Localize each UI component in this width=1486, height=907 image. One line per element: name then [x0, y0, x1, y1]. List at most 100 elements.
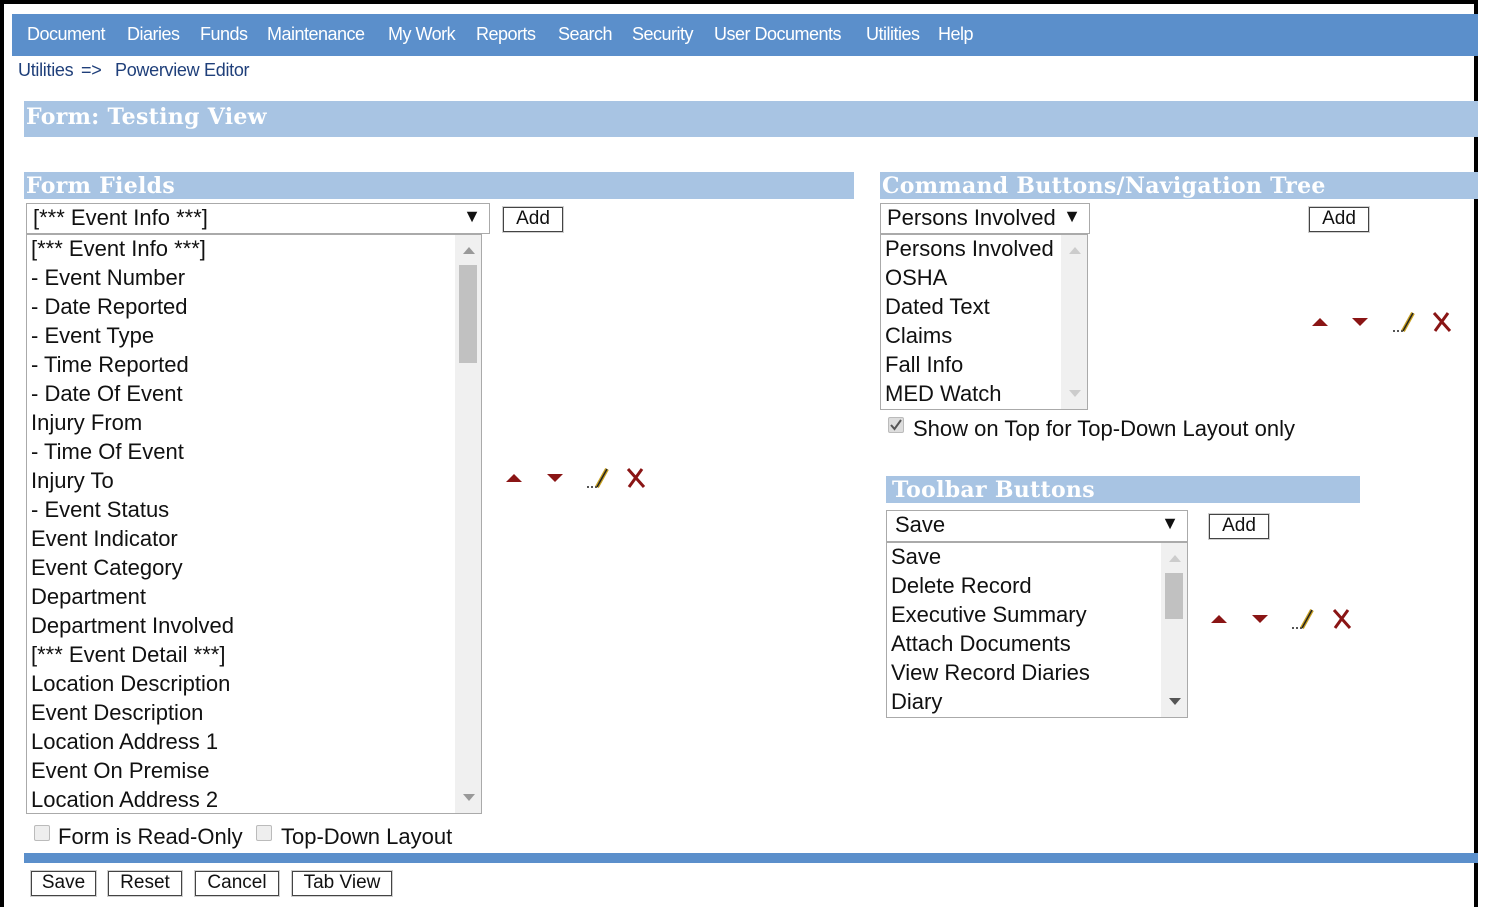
list-item[interactable]: - Time Reported — [31, 352, 189, 378]
form-fields-select[interactable]: [*** Event Info ***] ▼ — [26, 203, 490, 234]
chevron-down-icon: ▼ — [463, 206, 481, 226]
command-buttons-add-button[interactable]: Add — [1308, 206, 1370, 233]
menu-my-work[interactable]: My Work — [388, 24, 456, 45]
list-item[interactable]: Delete Record — [891, 573, 1032, 599]
tab-view-button[interactable]: Tab View — [291, 870, 393, 897]
top-down-layout-label: Top-Down Layout — [281, 824, 453, 849]
list-item[interactable]: Save — [891, 544, 941, 570]
form-readonly-checkbox[interactable] — [34, 825, 50, 841]
toolbar-buttons-select[interactable]: Save ▼ — [886, 510, 1188, 542]
list-item[interactable]: Diary — [891, 689, 942, 715]
command-buttons-select[interactable]: Persons Involved ▼ — [880, 203, 1090, 234]
list-item[interactable]: - Event Type — [31, 323, 154, 349]
command-buttons-scrollbar[interactable] — [1061, 235, 1087, 409]
form-readonly-label: Form is Read-Only — [58, 824, 243, 849]
checkmark-icon — [890, 419, 902, 431]
menu-search[interactable]: Search — [558, 24, 613, 45]
list-item[interactable]: Location Address 2 — [31, 787, 218, 813]
menu-reports[interactable]: Reports — [476, 24, 536, 45]
list-item[interactable]: View Record Diaries — [891, 660, 1090, 686]
menu-bar: Document Diaries Funds Maintenance My Wo… — [12, 14, 1478, 56]
list-item[interactable]: Injury From — [31, 410, 142, 436]
list-item[interactable]: Executive Summary — [891, 602, 1087, 628]
reset-button[interactable]: Reset — [107, 870, 183, 897]
form-fields-add-button[interactable]: Add — [502, 206, 564, 233]
toolbar-buttons-scrollbar[interactable] — [1161, 543, 1187, 717]
menu-utilities[interactable]: Utilities — [866, 24, 920, 45]
cancel-button[interactable]: Cancel — [194, 870, 280, 897]
list-item[interactable]: Department Involved — [31, 613, 234, 639]
list-item[interactable]: Injury To — [31, 468, 114, 494]
list-item[interactable]: - Date Reported — [31, 294, 188, 320]
form-fields-list[interactable]: [*** Event Info ***] - Event Number - Date… — [26, 234, 482, 814]
scroll-thumb[interactable] — [459, 265, 477, 363]
delete-icon[interactable] — [1330, 606, 1354, 632]
list-item[interactable]: Location Description — [31, 671, 230, 697]
footer-divider — [24, 853, 1478, 863]
list-item[interactable]: Attach Documents — [891, 631, 1071, 657]
list-item[interactable]: Event On Premise — [31, 758, 210, 784]
list-item[interactable]: Event Category — [31, 555, 183, 581]
move-down-icon[interactable] — [1352, 318, 1368, 326]
list-item[interactable]: Claims — [885, 323, 952, 349]
list-item[interactable]: - Event Number — [31, 265, 185, 291]
chevron-down-icon: ▼ — [1063, 206, 1081, 226]
save-button[interactable]: Save — [30, 870, 97, 897]
chevron-down-icon: ▼ — [1161, 513, 1179, 533]
list-item[interactable]: - Time Of Event — [31, 439, 184, 465]
menu-help[interactable]: Help — [938, 24, 974, 45]
menu-maintenance[interactable]: Maintenance — [267, 24, 365, 45]
form-fields-selected: [*** Event Info ***] — [33, 205, 208, 230]
top-down-layout-checkbox[interactable] — [256, 825, 272, 841]
menu-funds[interactable]: Funds — [200, 24, 248, 45]
toolbar-buttons-list[interactable]: Save Delete Record Executive Summary Attach… — [886, 542, 1188, 718]
menu-document[interactable]: Document — [27, 24, 106, 45]
edit-icon[interactable] — [1391, 309, 1417, 335]
toolbar-buttons-title: Toolbar Buttons — [892, 477, 1095, 503]
delete-icon[interactable] — [624, 465, 648, 491]
show-on-top-label: Show on Top for Top-Down Layout only — [913, 416, 1295, 441]
delete-icon[interactable] — [1430, 309, 1454, 335]
edit-icon[interactable] — [1290, 606, 1316, 632]
scroll-up-icon[interactable] — [1069, 247, 1081, 254]
toolbar-buttons-add-button[interactable]: Add — [1208, 513, 1270, 540]
list-item[interactable]: Dated Text — [885, 294, 990, 320]
menu-diaries[interactable]: Diaries — [127, 24, 180, 45]
list-item[interactable]: OSHA — [885, 265, 947, 291]
scroll-down-icon[interactable] — [1169, 698, 1181, 705]
list-item[interactable]: [*** Event Info ***] — [31, 236, 206, 262]
list-item[interactable]: Persons Involved — [885, 236, 1054, 262]
list-item[interactable]: Location Address 1 — [31, 729, 218, 755]
scroll-up-icon[interactable] — [463, 247, 475, 254]
show-on-top-checkbox[interactable] — [888, 417, 904, 433]
command-buttons-title: Command Buttons/Navigation Tree — [882, 173, 1326, 199]
list-item[interactable]: MED Watch — [885, 381, 1002, 407]
list-item[interactable]: Department — [31, 584, 146, 610]
form-title-band: Form: Testing View — [24, 101, 1478, 137]
edit-icon[interactable] — [585, 465, 611, 491]
breadcrumb-parent[interactable]: Utilities — [18, 60, 74, 81]
scroll-down-icon[interactable] — [463, 794, 475, 801]
move-down-icon[interactable] — [547, 474, 563, 482]
move-down-icon[interactable] — [1252, 615, 1268, 623]
list-item[interactable]: Event Description — [31, 700, 203, 726]
command-buttons-list[interactable]: Persons Involved OSHA Dated Text Claims Fall… — [880, 234, 1088, 410]
list-item[interactable]: [*** Event Detail ***] — [31, 642, 225, 668]
move-up-icon[interactable] — [1211, 615, 1227, 623]
command-buttons-selected: Persons Involved — [887, 205, 1056, 230]
list-item[interactable]: - Date Of Event — [31, 381, 183, 407]
scroll-thumb[interactable] — [1165, 573, 1183, 619]
menu-user-documents[interactable]: User Documents — [714, 24, 842, 45]
move-up-icon[interactable] — [1312, 318, 1328, 326]
move-up-icon[interactable] — [506, 474, 522, 482]
list-item[interactable]: - Event Status — [31, 497, 169, 523]
form-fields-scrollbar[interactable] — [455, 235, 481, 813]
list-item[interactable]: Fall Info — [885, 352, 963, 378]
breadcrumb-separator: => — [81, 60, 102, 80]
toolbar-buttons-header: Toolbar Buttons — [886, 476, 1360, 503]
menu-security[interactable]: Security — [632, 24, 694, 45]
scroll-up-icon[interactable] — [1169, 555, 1181, 562]
breadcrumb-current: Powerview Editor — [115, 60, 250, 80]
scroll-down-icon[interactable] — [1069, 390, 1081, 397]
list-item[interactable]: Event Indicator — [31, 526, 178, 552]
